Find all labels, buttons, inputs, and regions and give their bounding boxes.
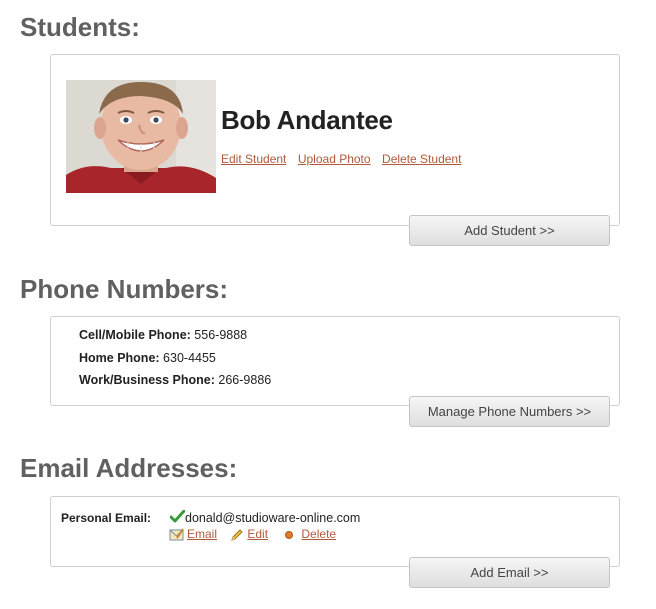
email-address: donald@studioware-online.com (185, 511, 361, 525)
add-student-button[interactable]: Add Student >> (409, 215, 610, 246)
edit-email-link[interactable]: Edit (247, 527, 268, 541)
phone-value: 266-9886 (218, 373, 272, 387)
phone-numbers-heading: Phone Numbers: (20, 274, 229, 304)
upload-photo-link[interactable]: Upload Photo (298, 152, 371, 166)
email-address-row: donald@studioware-online.com (169, 509, 361, 525)
student-name: Bob Andantee (221, 105, 393, 135)
email-label: Personal Email: (61, 511, 152, 525)
manage-phone-numbers-button[interactable]: Manage Phone Numbers >> (409, 396, 610, 427)
phone-value: 556-9888 (194, 328, 248, 342)
edit-student-link[interactable]: Edit Student (221, 152, 286, 166)
phone-row-cell: Cell/Mobile Phone: 556-9888 (79, 328, 247, 342)
student-photo (66, 80, 216, 193)
delete-email-link[interactable]: Delete (301, 527, 336, 541)
phone-value: 630-4455 (163, 351, 216, 365)
phone-label: Home Phone: (79, 351, 160, 365)
delete-icon (285, 530, 294, 539)
delete-student-link[interactable]: Delete Student (382, 152, 461, 166)
add-email-button[interactable]: Add Email >> (409, 557, 610, 588)
phone-label: Work/Business Phone: (79, 373, 215, 387)
email-icon (169, 528, 184, 541)
phone-row-work: Work/Business Phone: 266-9886 (79, 373, 271, 387)
email-link[interactable]: Email (187, 527, 217, 541)
student-photo-image (66, 80, 216, 193)
email-addresses-heading: Email Addresses: (20, 453, 238, 483)
check-icon (169, 509, 186, 523)
phone-label: Cell/Mobile Phone: (79, 328, 191, 342)
phone-row-home: Home Phone: 630-4455 (79, 351, 216, 365)
pencil-icon (231, 529, 244, 541)
email-actions: Email Edit Delete (169, 527, 346, 542)
students-heading: Students: (20, 12, 140, 42)
student-actions: Edit Student Upload Photo Delete Student (221, 150, 468, 168)
